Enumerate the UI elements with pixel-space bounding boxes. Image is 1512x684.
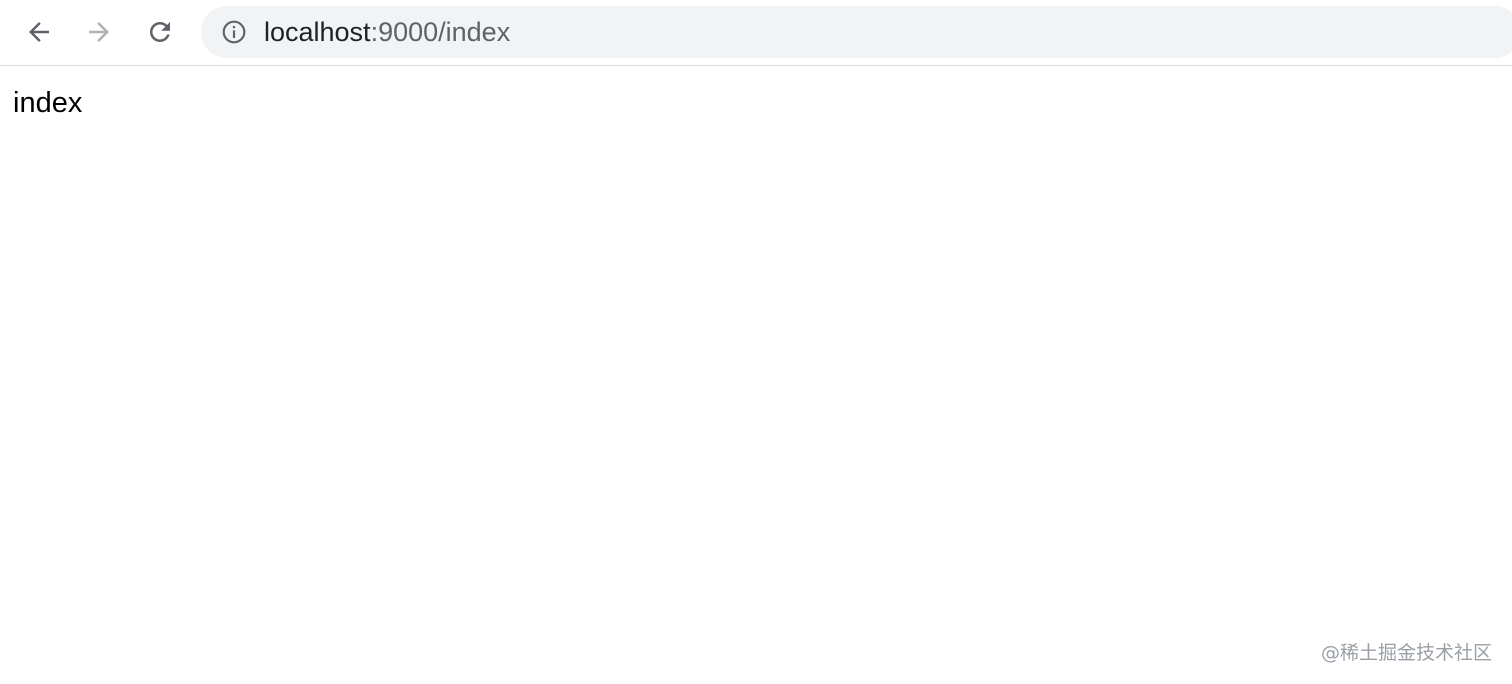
info-circle-icon[interactable] — [221, 19, 247, 45]
browser-toolbar: localhost:9000/index — [0, 0, 1512, 66]
reload-button[interactable] — [140, 12, 180, 52]
url-text[interactable]: localhost:9000/index — [264, 6, 510, 58]
watermark: @稀土掘金技术社区 — [1320, 642, 1492, 664]
page-content: index @稀土掘金技术社区 — [0, 67, 1512, 684]
arrow-left-icon — [29, 22, 49, 42]
address-bar[interactable]: localhost:9000/index — [201, 6, 1512, 58]
arrow-right-icon — [89, 22, 109, 42]
page-body-text: index — [13, 87, 83, 119]
forward-button[interactable] — [79, 12, 119, 52]
url-host: localhost — [264, 17, 371, 47]
back-button[interactable] — [19, 12, 59, 52]
reload-icon — [150, 22, 170, 42]
url-path: :9000/index — [370, 17, 511, 47]
